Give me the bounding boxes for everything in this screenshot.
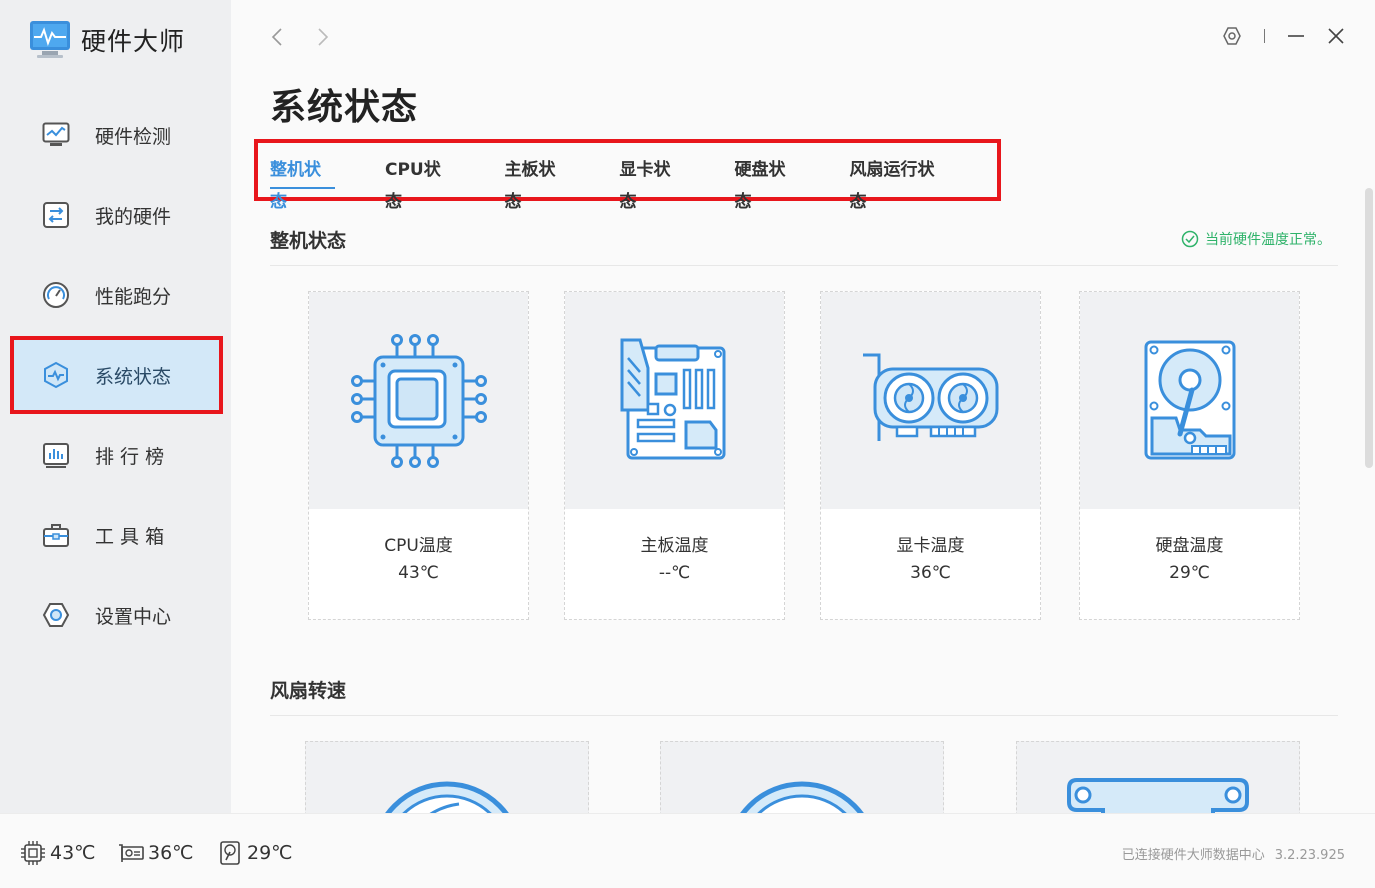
cooler-bracket-icon bbox=[1067, 778, 1249, 813]
cpu-icon bbox=[21, 841, 45, 865]
fan-icon bbox=[385, 781, 509, 813]
card-value: --℃ bbox=[658, 563, 691, 583]
card-label: 显卡温度 bbox=[896, 536, 965, 556]
sidebar-item-hardware-detect[interactable]: 硬件检测 bbox=[14, 100, 219, 170]
section-title-machine: 整机状态 bbox=[270, 230, 347, 252]
gpu-icon bbox=[119, 844, 144, 862]
monitor-logo-icon bbox=[30, 21, 70, 58]
minimize-button[interactable] bbox=[1287, 24, 1305, 48]
monitor-chart-icon bbox=[41, 120, 71, 150]
disk-temp-card[interactable]: 硬盘温度 29℃ bbox=[1079, 291, 1300, 620]
sidebar-item-ranking[interactable]: 排 行 榜 bbox=[14, 420, 219, 490]
card-label: 主板温度 bbox=[640, 536, 709, 556]
gauge-icon bbox=[41, 280, 71, 310]
hard-disk-icon bbox=[1144, 340, 1235, 460]
gear-hex-icon bbox=[1223, 27, 1241, 45]
sidebar-item-label: 性能跑分 bbox=[95, 285, 172, 308]
card-image bbox=[821, 292, 1040, 509]
sidebar-item-benchmark[interactable]: 性能跑分 bbox=[14, 260, 219, 330]
sidebar-item-toolbox[interactable]: 工 具 箱 bbox=[14, 500, 219, 570]
motherboard-temp-card[interactable]: 主板温度 --℃ bbox=[564, 291, 785, 620]
footer-cpu-temp: 43℃ bbox=[20, 840, 96, 866]
sidebar-item-my-hardware[interactable]: 我的硬件 bbox=[14, 180, 219, 250]
back-button[interactable] bbox=[267, 26, 287, 48]
check-circle-icon bbox=[1181, 230, 1199, 248]
card-image bbox=[1080, 292, 1299, 509]
divider bbox=[270, 715, 1338, 716]
footer-disk-temp: 29℃ bbox=[217, 840, 293, 866]
disk-temp-value: 29℃ bbox=[247, 842, 293, 864]
connection-info: 已连接硬件大师数据中心 3.2.23.925 bbox=[1112, 844, 1345, 863]
sidebar-item-system-status[interactable]: 系统状态 bbox=[10, 336, 223, 414]
tab-fan[interactable]: 风扇运行状态 bbox=[850, 154, 947, 212]
close-button[interactable] bbox=[1327, 24, 1345, 48]
version-label: 3.2.23.925 bbox=[1274, 848, 1345, 863]
temperature-status: 当前硬件温度正常。 bbox=[1181, 229, 1331, 249]
fan-card[interactable] bbox=[660, 741, 944, 813]
main-content: 系统状态 整机状态 CPU状态 主板状态 显卡状态 硬盘状态 风扇运行状态 整机… bbox=[231, 0, 1375, 813]
page-title: 系统状态 bbox=[270, 87, 419, 128]
chevron-right-icon bbox=[318, 28, 329, 46]
cpu-temp-value: 43℃ bbox=[50, 842, 96, 864]
sidebar: 硬件大师 硬件检测 我的硬件 性能跑分 系统状态 排 行 榜 工 具 箱 设置中… bbox=[0, 0, 231, 813]
app-name: 硬件大师 bbox=[81, 27, 186, 56]
divider bbox=[270, 265, 1338, 266]
section-title-fan: 风扇转速 bbox=[270, 680, 347, 702]
graphics-card-icon bbox=[862, 353, 998, 441]
tab-disk[interactable]: 硬盘状态 bbox=[735, 154, 800, 212]
cpu-temp-card[interactable]: CPU温度 43℃ bbox=[308, 291, 529, 620]
pump-card[interactable] bbox=[1016, 741, 1300, 813]
sidebar-item-label: 硬件检测 bbox=[95, 125, 172, 148]
system-status-icon bbox=[41, 360, 71, 390]
card-value: 36℃ bbox=[910, 563, 951, 583]
sidebar-item-label: 系统状态 bbox=[95, 365, 172, 388]
motherboard-icon bbox=[620, 338, 725, 460]
sidebar-item-settings[interactable]: 设置中心 bbox=[14, 580, 219, 650]
tab-motherboard[interactable]: 主板状态 bbox=[505, 154, 570, 212]
divider bbox=[1264, 29, 1265, 43]
footer-gpu-temp: 36℃ bbox=[118, 840, 194, 866]
status-bar: 43℃ 36℃ 29℃ 已连接硬件大师数据中心 3.2.23.925 bbox=[0, 813, 1375, 888]
connection-status: 已连接硬件大师数据中心 bbox=[1121, 848, 1265, 863]
graphics-temp-card[interactable]: 显卡温度 36℃ bbox=[820, 291, 1041, 620]
card-value: 43℃ bbox=[398, 563, 439, 583]
sidebar-item-label: 工 具 箱 bbox=[95, 525, 165, 548]
gpu-temp-value: 36℃ bbox=[148, 842, 194, 864]
status-text: 当前硬件温度正常。 bbox=[1205, 232, 1331, 248]
scrollbar[interactable] bbox=[1365, 188, 1373, 468]
card-label: 硬盘温度 bbox=[1155, 536, 1224, 556]
tab-whole-machine[interactable]: 整机状态 bbox=[270, 154, 335, 212]
window-controls bbox=[1222, 24, 1345, 48]
card-image bbox=[309, 292, 528, 509]
close-icon bbox=[1328, 28, 1344, 44]
ranking-icon bbox=[41, 440, 71, 470]
card-image bbox=[565, 292, 784, 509]
status-tabs: 整机状态 CPU状态 主板状态 显卡状态 硬盘状态 风扇运行状态 bbox=[254, 139, 1001, 212]
forward-button[interactable] bbox=[313, 26, 333, 48]
hardware-icon bbox=[41, 200, 71, 230]
sidebar-item-label: 排 行 榜 bbox=[95, 445, 165, 468]
cpu-chip-icon bbox=[350, 333, 487, 468]
sidebar-item-label: 设置中心 bbox=[95, 605, 172, 628]
fan-icon bbox=[740, 781, 864, 813]
sidebar-item-label: 我的硬件 bbox=[95, 205, 172, 228]
chevron-left-icon bbox=[271, 28, 282, 46]
card-value: 29℃ bbox=[1169, 563, 1210, 583]
tab-cpu[interactable]: CPU状态 bbox=[385, 154, 455, 212]
toolbox-icon bbox=[41, 520, 71, 550]
settings-hex-icon bbox=[41, 600, 71, 630]
card-label: CPU温度 bbox=[384, 536, 453, 556]
brand: 硬件大师 bbox=[28, 18, 185, 62]
settings-button[interactable] bbox=[1222, 24, 1242, 48]
fan-card[interactable] bbox=[305, 741, 589, 813]
history-nav bbox=[267, 26, 333, 48]
tab-graphics[interactable]: 显卡状态 bbox=[620, 154, 685, 212]
minimize-icon bbox=[1288, 35, 1304, 37]
disk-icon bbox=[220, 841, 240, 865]
